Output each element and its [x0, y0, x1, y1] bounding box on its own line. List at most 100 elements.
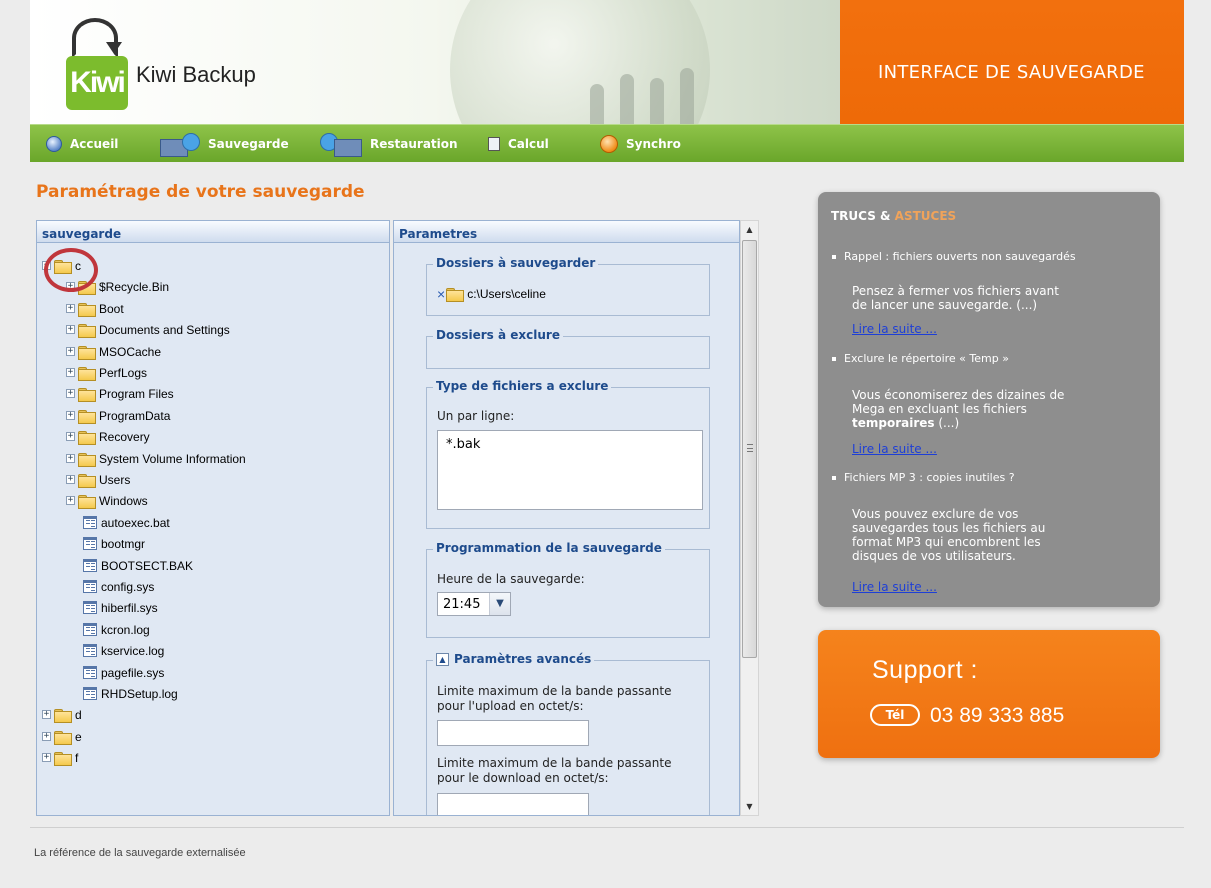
expand-icon[interactable]: +: [66, 411, 75, 420]
backup-folders-fieldset: Dossiers à sauvegarder × c:\Users\celine: [426, 256, 710, 316]
expand-icon[interactable]: +: [42, 732, 51, 741]
tree-item-label: d: [75, 707, 82, 722]
tree-item-drive[interactable]: + e: [42, 726, 82, 747]
tree-item-file[interactable]: autoexec.bat: [83, 512, 170, 533]
tree-item-label: Boot: [99, 301, 124, 316]
upload-limit-input[interactable]: [437, 720, 589, 746]
nav-synchro[interactable]: Synchro: [600, 125, 681, 163]
tree-item-label: autoexec.bat: [101, 515, 170, 530]
tree-item-label: c: [75, 258, 81, 273]
scrollbar-thumb[interactable]: [742, 240, 757, 658]
file-icon: [83, 644, 97, 657]
tree-item-folder[interactable]: + Program Files: [66, 383, 174, 404]
upload-limit-label: Limite maximum de la bande passante: [437, 684, 672, 698]
tree-item-folder[interactable]: + PerfLogs: [66, 362, 147, 383]
tree-item-label: f: [75, 750, 79, 765]
tip-read-more-link[interactable]: Lire la suite ...: [852, 442, 937, 456]
expand-icon[interactable]: +: [66, 475, 75, 484]
expand-icon[interactable]: +: [66, 432, 75, 441]
tree-item-folder[interactable]: + MSOCache: [66, 341, 161, 362]
tree-item-folder[interactable]: + Recovery: [66, 426, 150, 447]
tip-read-more-link[interactable]: Lire la suite ...: [852, 322, 937, 336]
tree-item-drive[interactable]: + d: [42, 704, 82, 725]
tree-item-file[interactable]: config.sys: [83, 576, 154, 597]
scroll-down-icon[interactable]: ▼: [741, 798, 758, 815]
header-background-figure: [590, 84, 604, 124]
nav-accueil[interactable]: Accueil: [46, 125, 118, 163]
folder-icon: [54, 708, 72, 723]
expand-icon[interactable]: +: [42, 710, 51, 719]
header-background-globe: [450, 0, 710, 124]
header-background-figure: [620, 74, 634, 124]
tree-item-label: RHDSetup.log: [101, 686, 178, 701]
sync-icon: [600, 135, 618, 153]
folder-icon: [78, 280, 96, 295]
expand-icon[interactable]: +: [66, 389, 75, 398]
advanced-legend-label: Paramètres avancés: [454, 652, 592, 666]
schedule-time-value: 21:45: [443, 596, 481, 612]
home-icon: [46, 136, 62, 152]
parameters-panel: Parametres Dossiers à sauvegarder × c:\U…: [393, 220, 740, 816]
expand-icon[interactable]: +: [66, 347, 75, 356]
tree-item-drive[interactable]: + f: [42, 747, 78, 768]
tree-item-file[interactable]: bootmgr: [83, 533, 145, 554]
restore-icon: [320, 133, 362, 157]
tree-item-folder[interactable]: + $Recycle.Bin: [66, 276, 169, 297]
folder-icon: [78, 302, 96, 317]
nav-label: Synchro: [626, 137, 681, 151]
kiwi-logo[interactable]: Kiwi: [66, 18, 128, 110]
nav-sauvegarde[interactable]: Sauvegarde: [160, 125, 289, 163]
tip-read-more-link[interactable]: Lire la suite ...: [852, 580, 937, 594]
remove-folder-icon[interactable]: ×: [437, 286, 445, 302]
expand-icon[interactable]: +: [66, 368, 75, 377]
file-icon: [83, 537, 97, 550]
support-phone: 03 89 333 885: [930, 704, 1065, 727]
nav-calcul[interactable]: Calcul: [488, 125, 549, 163]
bullet-icon: [832, 356, 836, 361]
expand-icon[interactable]: +: [42, 753, 51, 762]
file-icon: [83, 601, 97, 614]
expand-icon[interactable]: +: [66, 282, 75, 291]
expand-icon[interactable]: +: [66, 304, 75, 313]
tree-item-folder[interactable]: + Boot: [66, 298, 124, 319]
expand-icon[interactable]: +: [66, 454, 75, 463]
tree-item-label: Program Files: [99, 386, 174, 401]
expand-icon[interactable]: +: [66, 496, 75, 505]
collapse-icon[interactable]: −: [42, 261, 51, 270]
header: Kiwi Kiwi Backup INTERFACE DE SAUVEGARDE: [30, 0, 1184, 124]
tree-item-file[interactable]: BOOTSECT.BAK: [83, 555, 193, 576]
tree-item-folder[interactable]: + System Volume Information: [66, 448, 246, 469]
tree-item-folder[interactable]: + Windows: [66, 490, 148, 511]
tree-item-file[interactable]: kservice.log: [83, 640, 164, 661]
nav-label: Calcul: [508, 137, 549, 151]
advanced-fieldset: ▲ Paramètres avancés Limite maximum de l…: [426, 652, 710, 815]
tree-item-label: Documents and Settings: [99, 322, 230, 337]
tree-item-file[interactable]: hiberfil.sys: [83, 597, 158, 618]
tree-item-label: e: [75, 729, 82, 744]
collapse-icon[interactable]: ▲: [436, 652, 449, 666]
download-limit-input[interactable]: [437, 793, 589, 815]
download-limit-label: Limite maximum de la bande passante: [437, 756, 672, 770]
file-icon: [83, 559, 97, 572]
schedule-time-select[interactable]: 21:45 ▼: [437, 592, 511, 616]
tree-item-file[interactable]: kcron.log: [83, 619, 150, 640]
tree-item-folder[interactable]: + Documents and Settings: [66, 319, 230, 340]
exclude-types-textarea[interactable]: *.bak: [437, 430, 703, 510]
header-background-figure: [650, 78, 664, 124]
nav-label: Restauration: [370, 137, 458, 151]
folder-icon: [78, 430, 96, 445]
tree-item-folder[interactable]: + ProgramData: [66, 405, 170, 426]
tree-item-file[interactable]: RHDSetup.log: [83, 683, 178, 704]
tree-item-file[interactable]: pagefile.sys: [83, 662, 164, 683]
tree-item-drive[interactable]: − c: [42, 255, 81, 276]
folder-icon: [446, 288, 465, 302]
expand-icon[interactable]: +: [66, 325, 75, 334]
nav-restauration[interactable]: Restauration: [320, 125, 458, 163]
file-icon: [83, 623, 97, 636]
advanced-legend[interactable]: ▲ Paramètres avancés: [433, 652, 595, 666]
tree-item-folder[interactable]: + Users: [66, 469, 130, 490]
folder-icon: [78, 473, 96, 488]
params-scrollbar[interactable]: ▲ ▼: [740, 220, 759, 816]
scroll-up-icon[interactable]: ▲: [741, 221, 758, 238]
header-background-figure: [680, 68, 694, 124]
